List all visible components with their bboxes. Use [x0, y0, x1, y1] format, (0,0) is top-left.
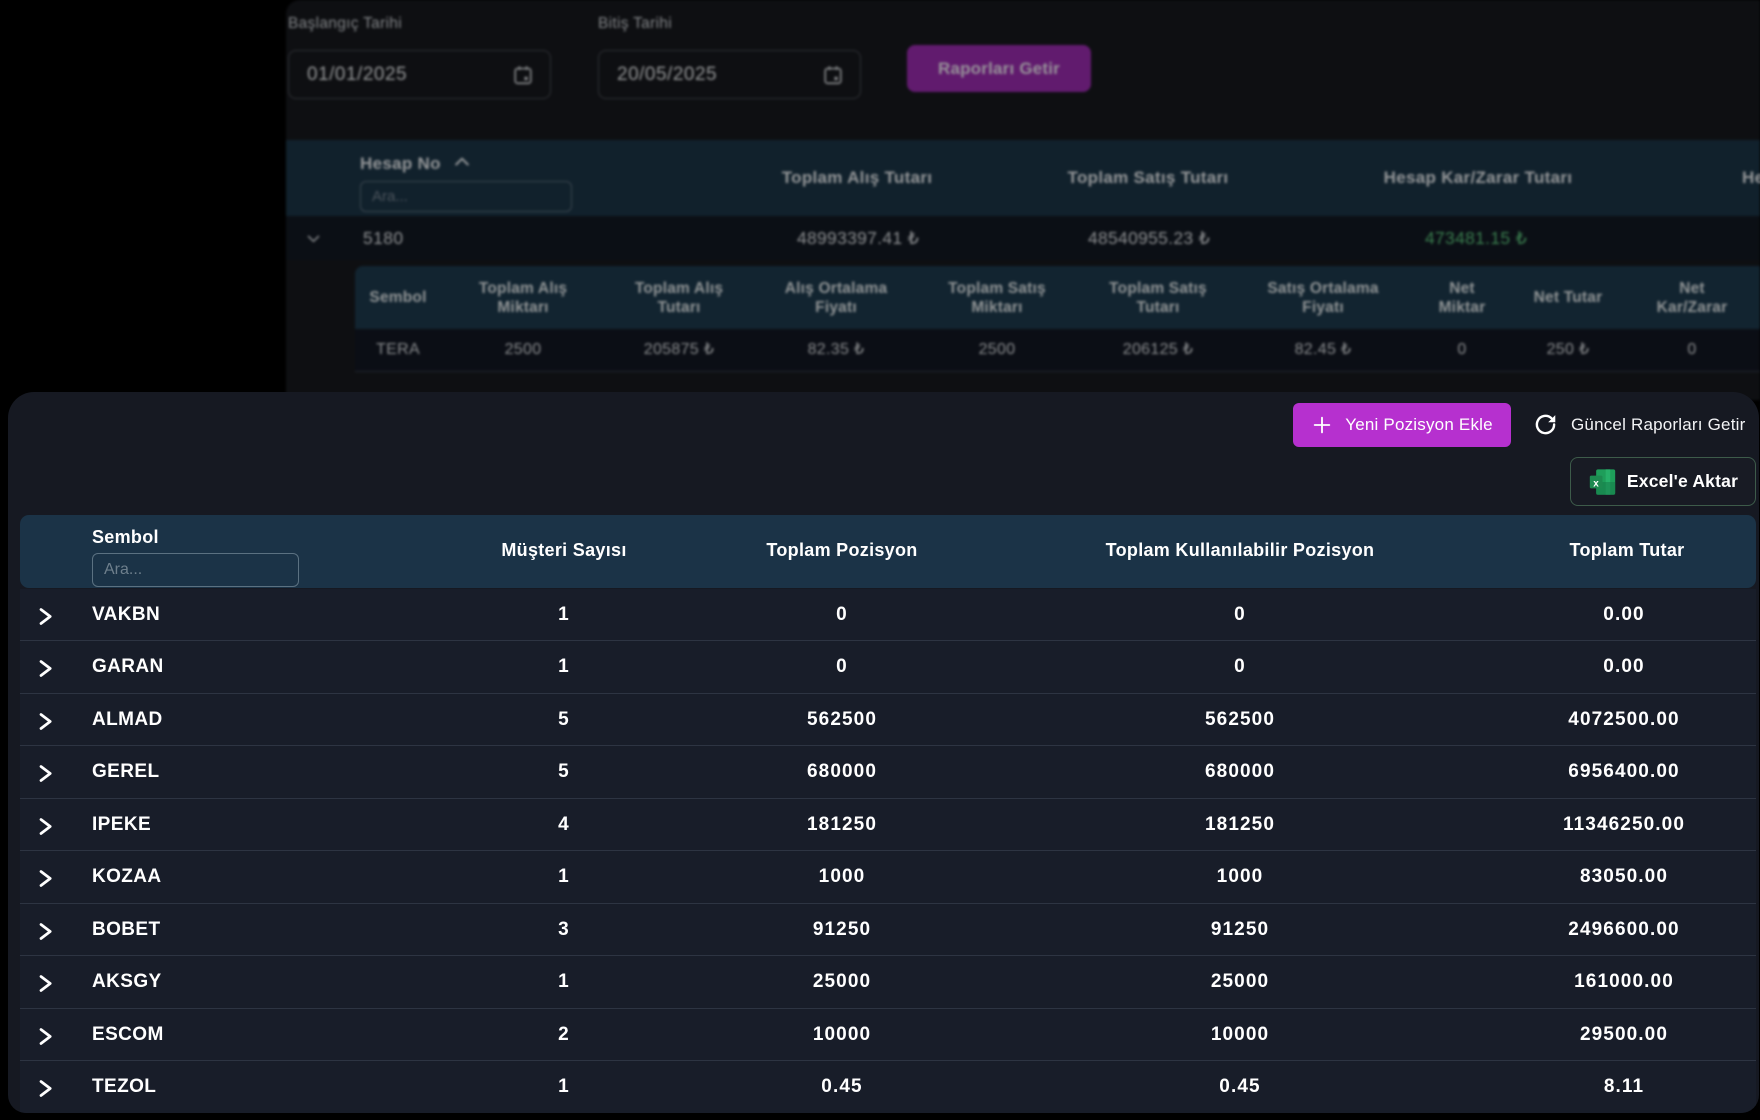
svg-text:x: x	[1593, 478, 1599, 489]
